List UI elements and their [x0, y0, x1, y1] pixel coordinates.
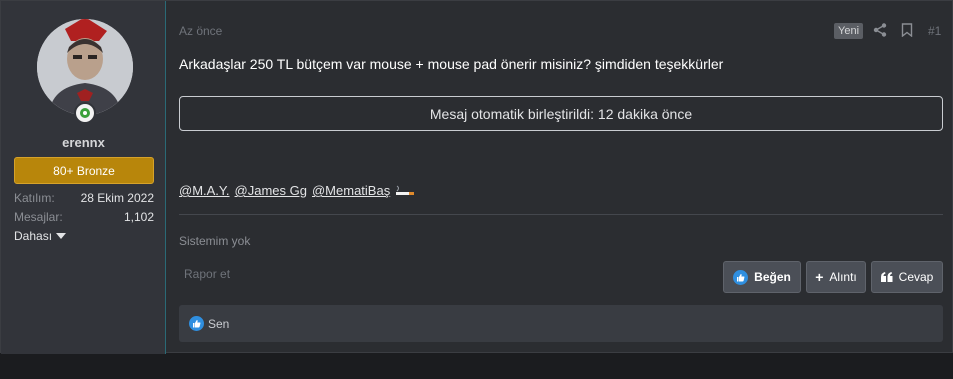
like-icon — [189, 316, 204, 331]
new-badge: Yeni — [834, 23, 864, 39]
reply-label: Cevap — [898, 270, 934, 284]
mention-link[interactable]: @M.A.Y. — [179, 183, 230, 198]
signature: Sistemim yok — [179, 234, 251, 248]
more-label: Dahası — [14, 229, 53, 243]
reply-button[interactable]: Cevap — [871, 261, 943, 293]
bookmark-icon[interactable] — [901, 23, 913, 37]
report-link[interactable]: Rapor et — [184, 267, 230, 281]
like-label: Beğen — [754, 270, 791, 284]
like-icon — [733, 269, 749, 285]
quote-label: Alıntı — [829, 270, 857, 284]
stat-value[interactable]: 1,102 — [124, 210, 154, 224]
post-time[interactable]: Az önce — [179, 24, 222, 38]
stat-messages: Mesajlar: 1,102 — [14, 210, 154, 224]
post-number[interactable]: #1 — [928, 24, 941, 38]
mentions: @M.A.Y. @James Gg @MematiBaş — [179, 183, 415, 198]
stat-value: 28 Ekim 2022 — [80, 191, 154, 205]
quote-marks-icon — [880, 272, 893, 282]
mention-link[interactable]: @MematiBaş — [312, 183, 390, 198]
forum-post: erennx 80+ Bronze Katılım: 28 Ekim 2022 … — [0, 0, 953, 354]
rank-badge: 80+ Bronze — [14, 157, 154, 184]
username[interactable]: erennx — [1, 135, 166, 150]
reactions-bar: Sen — [179, 305, 943, 342]
merge-notice-text: Mesaj otomatik birleştirildi: 12 dakika … — [429, 105, 693, 122]
merge-notice: Mesaj otomatik birleştirildi: 12 dakika … — [179, 96, 943, 131]
divider — [179, 214, 943, 215]
stat-label: Katılım: — [14, 191, 55, 205]
quote-button[interactable]: + Alıntı — [806, 261, 866, 293]
user-sidebar: erennx 80+ Bronze Katılım: 28 Ekim 2022 … — [1, 1, 166, 354]
cigarette-emoji-icon — [396, 185, 415, 195]
stat-join-date: Katılım: 28 Ekim 2022 — [14, 191, 154, 205]
share-icon[interactable] — [873, 23, 887, 37]
mention-link[interactable]: @James Gg — [235, 183, 307, 198]
online-status-icon — [74, 102, 96, 124]
post-message: Arkadaşlar 250 TL bütçem var mouse + mou… — [179, 56, 724, 72]
avatar-image — [37, 19, 133, 115]
like-button[interactable]: Beğen — [723, 261, 801, 293]
plus-icon: + — [815, 269, 824, 285]
stat-label: Mesajlar: — [14, 210, 63, 224]
user-avatar[interactable] — [37, 19, 133, 115]
reactions-text[interactable]: Sen — [208, 317, 229, 331]
more-toggle[interactable]: Dahası — [14, 229, 67, 243]
caret-down-icon — [56, 233, 67, 239]
